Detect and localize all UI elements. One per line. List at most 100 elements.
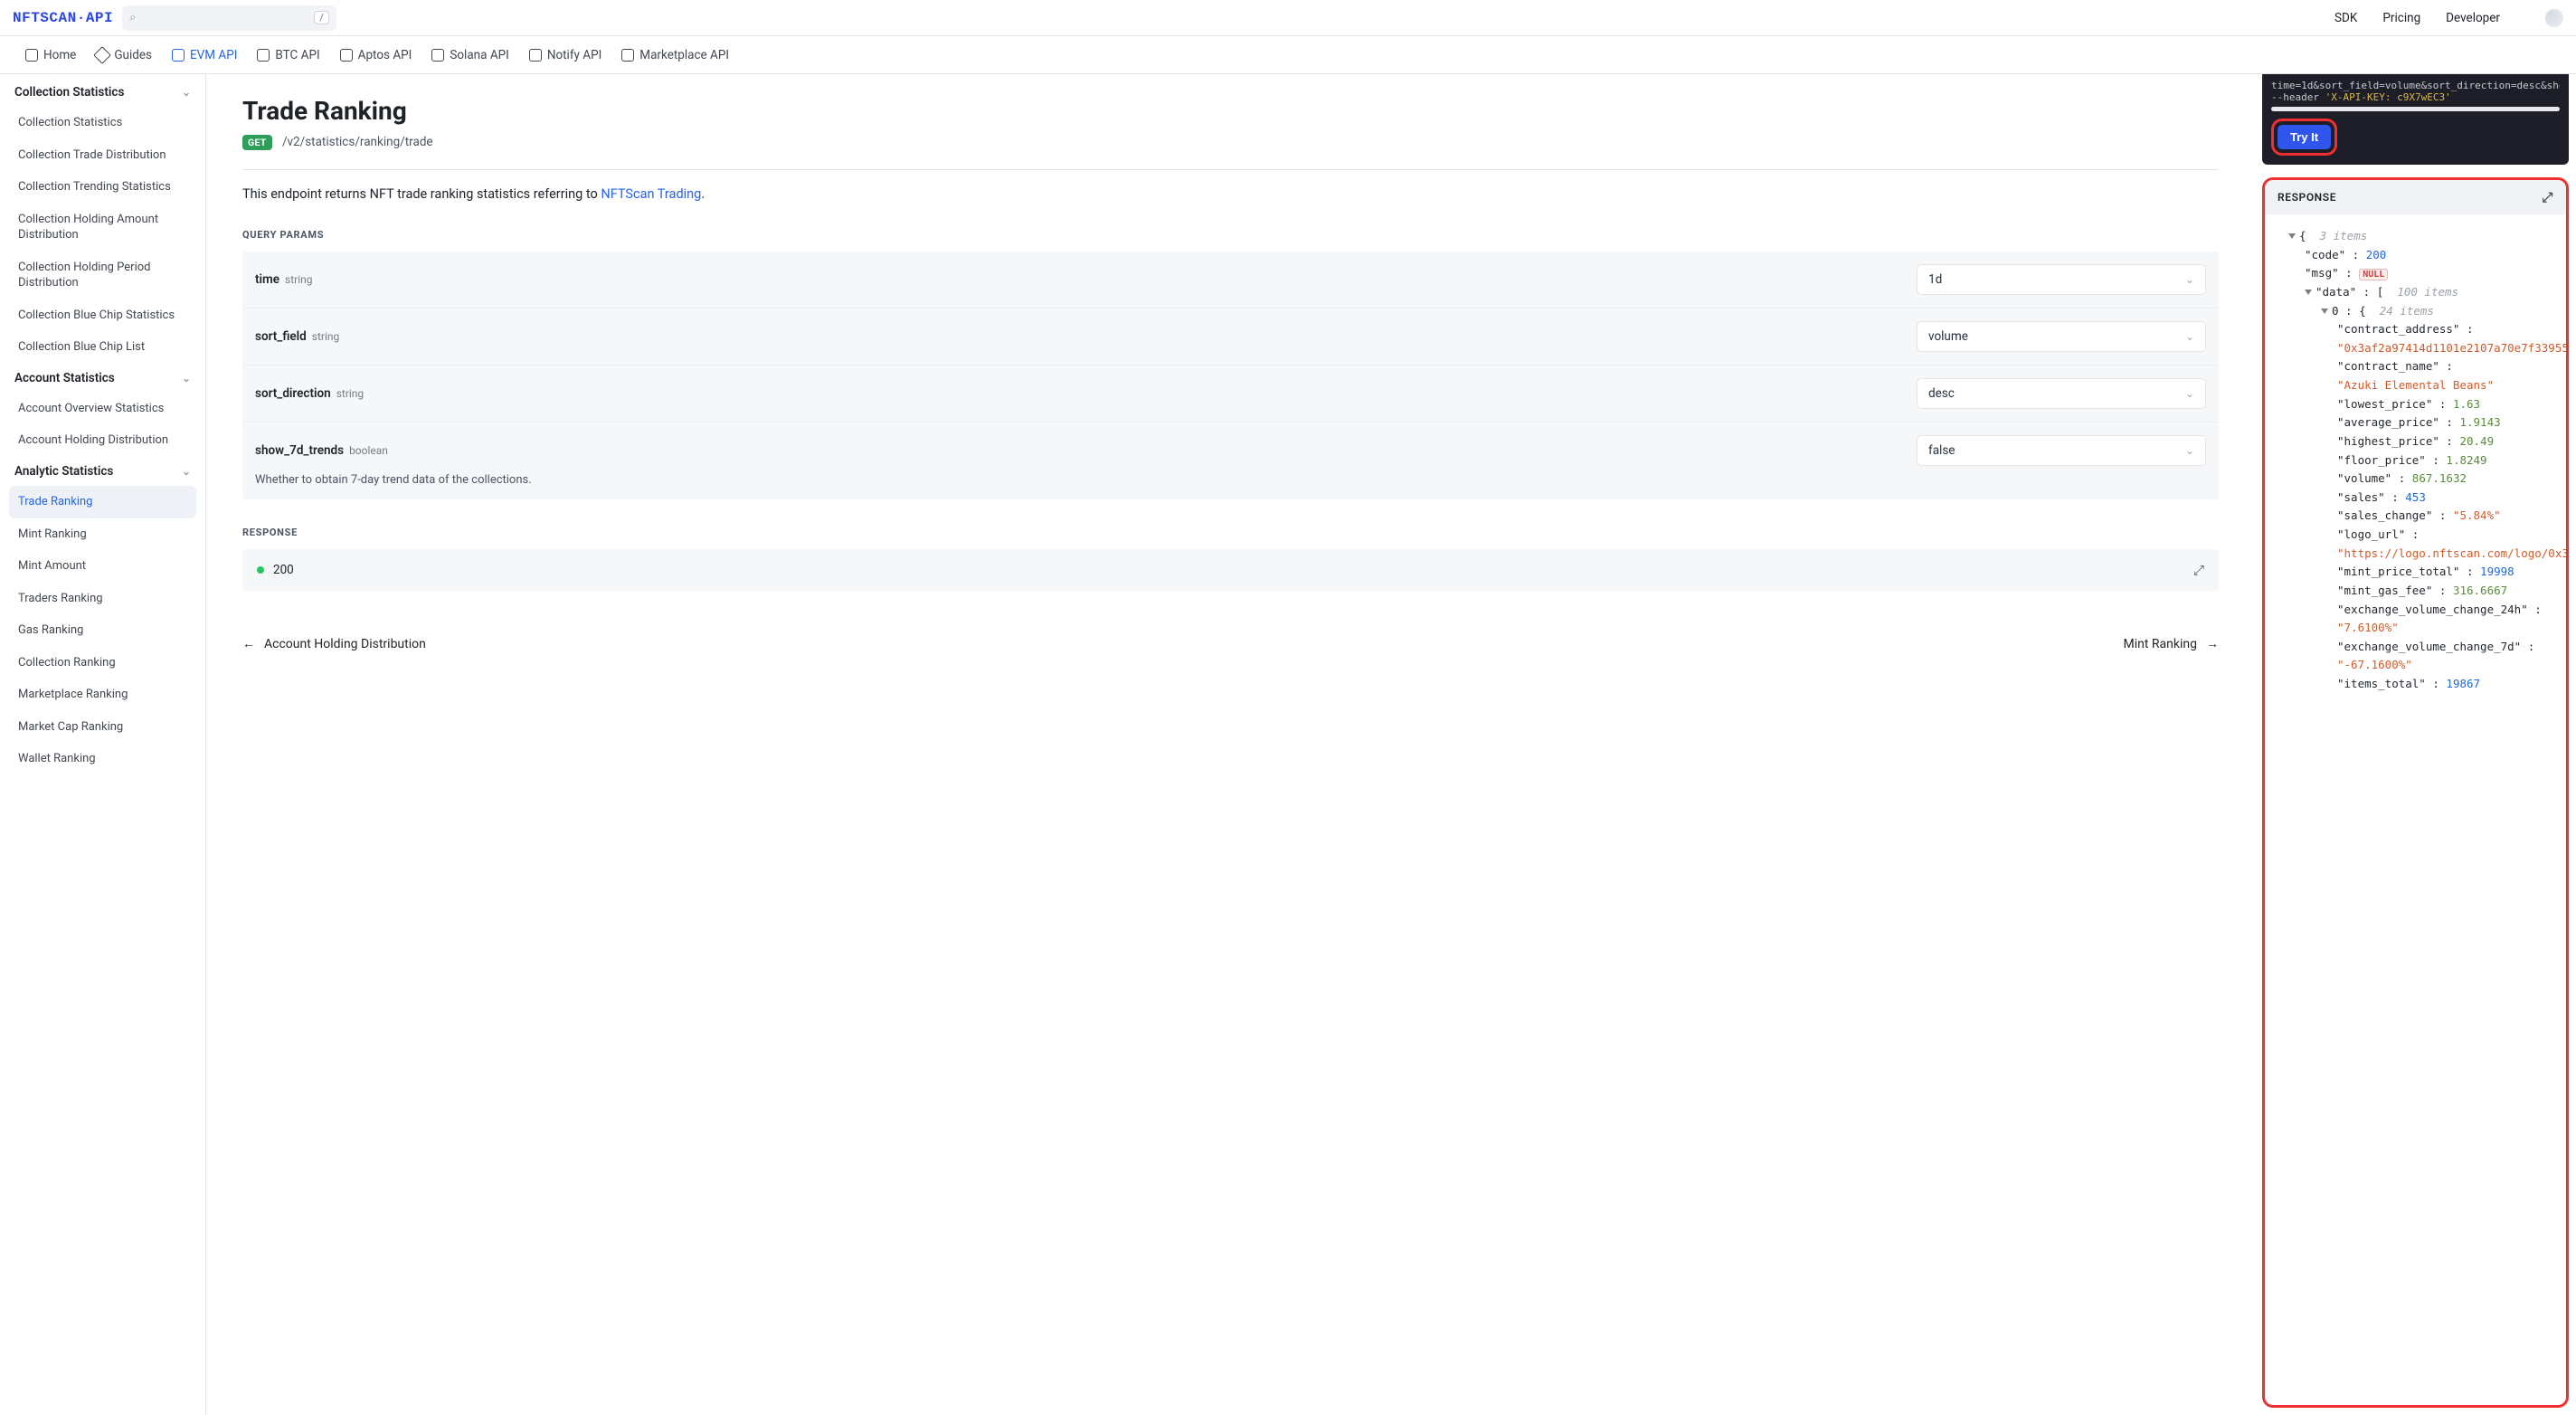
sidebar-section[interactable]: Account Statistics⌄: [9, 364, 196, 393]
chevron-down-icon: ⌄: [182, 465, 191, 478]
param-select[interactable]: false⌄: [1917, 435, 2206, 466]
sidebar-item[interactable]: Collection Holding Period Distribution: [9, 252, 196, 299]
search-kbd: /: [314, 11, 329, 24]
scrollbar[interactable]: [2271, 107, 2560, 111]
sidebar-item[interactable]: Market Cap Ranking: [9, 711, 196, 744]
nav-solana[interactable]: Solana API: [431, 48, 508, 62]
nav-evm[interactable]: EVM API: [172, 48, 237, 62]
divider: [242, 169, 2219, 170]
chevron-down-icon: ⌄: [182, 86, 191, 99]
sidebar-item[interactable]: Collection Blue Chip Statistics: [9, 299, 196, 332]
param-name: timestring: [255, 272, 313, 287]
sidebar-item[interactable]: Mint Amount: [9, 550, 196, 583]
sidebar-item[interactable]: Collection Trending Statistics: [9, 171, 196, 204]
nav-home[interactable]: Home: [25, 48, 76, 62]
param-name: sort_fieldstring: [255, 329, 339, 344]
param-select[interactable]: 1d⌄: [1917, 264, 2206, 295]
page-title: Trade Ranking: [242, 96, 2219, 126]
method-badge: GET: [242, 135, 272, 150]
header-links: SDK Pricing Developer: [2334, 9, 2563, 27]
endpoint-path: /v2/statistics/ranking/trade: [282, 135, 433, 149]
nav-btc[interactable]: BTC API: [257, 48, 319, 62]
param-select[interactable]: desc⌄: [1917, 378, 2206, 409]
sidebar-item[interactable]: Trade Ranking: [9, 486, 196, 518]
param-desc: Whether to obtain 7-day trend data of th…: [255, 473, 2206, 487]
sidebar-item[interactable]: Gas Ranking: [9, 614, 196, 647]
sidebar-item[interactable]: Collection Statistics: [9, 107, 196, 139]
api-icon: [340, 49, 353, 62]
sidebar-item[interactable]: Account Holding Distribution: [9, 424, 196, 457]
sidebar-item[interactable]: Collection Holding Amount Distribution: [9, 204, 196, 252]
code-line-2: --header 'X-API-KEY: c9X7wEC3': [2271, 91, 2560, 103]
link-sdk[interactable]: SDK: [2334, 11, 2357, 25]
api-icon: [257, 49, 270, 62]
param-select[interactable]: volume⌄: [1917, 321, 2206, 352]
sidebar-item[interactable]: Marketplace Ranking: [9, 679, 196, 711]
pager-prev[interactable]: ←Account Holding Distribution: [242, 636, 426, 651]
sidebar-item[interactable]: Collection Ranking: [9, 647, 196, 679]
nav-notify[interactable]: Notify API: [529, 48, 601, 62]
try-it-button[interactable]: Try It: [2278, 125, 2331, 149]
response-header: RESPONSE ⤢: [2265, 180, 2566, 214]
sidebar-item[interactable]: Collection Blue Chip List: [9, 331, 196, 364]
sidebar: Collection Statistics⌄Collection Statist…: [0, 74, 206, 1415]
nav-marketplace[interactable]: Marketplace API: [621, 48, 729, 62]
code-snippet: time=1d&sort_field=volume&sort_direction…: [2262, 74, 2569, 165]
param-row: sort_fieldstring volume⌄: [242, 309, 2219, 366]
logo[interactable]: NFTSCAN·API: [13, 10, 113, 26]
home-icon: [25, 49, 38, 62]
sidebar-item[interactable]: Account Overview Statistics: [9, 393, 196, 425]
api-icon: [529, 49, 542, 62]
sidebar-item[interactable]: Mint Ranking: [9, 518, 196, 551]
nav-guides[interactable]: Guides: [96, 48, 152, 62]
right-panel: time=1d&sort_field=volume&sort_direction…: [2255, 74, 2576, 1415]
param-row: show_7d_trendsboolean false⌄ Whether to …: [242, 423, 2219, 499]
link-developer[interactable]: Developer: [2446, 11, 2500, 25]
param-name: show_7d_trendsboolean: [255, 443, 388, 458]
api-icon: [621, 49, 634, 62]
code-line-1: time=1d&sort_field=volume&sort_direction…: [2271, 80, 2560, 91]
response-label: RESPONSE: [242, 527, 2219, 538]
params-table: timestring 1d⌄ sort_fieldstring volume⌄ …: [242, 252, 2219, 499]
status-code: 200: [273, 563, 294, 577]
diamond-icon: [93, 46, 111, 64]
api-icon: [172, 49, 185, 62]
search-box[interactable]: ⌕ /: [122, 5, 336, 31]
response-panel: RESPONSE ⤢ { 3 items"code" : 200"msg" : …: [2262, 177, 2569, 1408]
param-row: timestring 1d⌄: [242, 252, 2219, 309]
theme-toggle-icon[interactable]: [2545, 9, 2563, 27]
sidebar-item[interactable]: Traders Ranking: [9, 583, 196, 615]
chevron-down-icon: ⌄: [2185, 330, 2194, 343]
search-icon: ⌕: [129, 11, 136, 24]
link-pricing[interactable]: Pricing: [2382, 11, 2420, 25]
query-params-label: QUERY PARAMS: [242, 229, 2219, 241]
chevron-down-icon: ⌄: [2185, 273, 2194, 286]
sidebar-section[interactable]: Analytic Statistics⌄: [9, 457, 196, 486]
search-input[interactable]: [143, 10, 307, 25]
response-row[interactable]: 200 ⤢: [242, 549, 2219, 591]
pager-next[interactable]: Mint Ranking→: [2124, 636, 2219, 651]
param-row: sort_directionstring desc⌄: [242, 366, 2219, 423]
sidebar-item[interactable]: Wallet Ranking: [9, 743, 196, 775]
expand-icon[interactable]: ⤢: [2193, 562, 2204, 578]
chevron-down-icon: ⌄: [2185, 387, 2194, 400]
param-name: sort_directionstring: [255, 386, 364, 401]
sidebar-item[interactable]: Collection Trade Distribution: [9, 139, 196, 172]
arrow-right-icon: →: [2206, 636, 2219, 651]
description: This endpoint returns NFT trade ranking …: [242, 186, 2219, 202]
highlight-box: Try It: [2271, 119, 2337, 156]
status-dot-icon: [257, 566, 264, 574]
api-icon: [431, 49, 444, 62]
nav-aptos[interactable]: Aptos API: [340, 48, 412, 62]
main-content: Trade Ranking GET /v2/statistics/ranking…: [206, 74, 2255, 1415]
endpoint-line: GET /v2/statistics/ranking/trade: [242, 135, 2219, 149]
chevron-down-icon: ⌄: [182, 372, 191, 385]
chevron-down-icon: ⌄: [2185, 444, 2194, 457]
sidebar-section[interactable]: Collection Statistics⌄: [9, 78, 196, 107]
expand-icon[interactable]: ⤢: [2542, 189, 2553, 205]
nav-bar: Home Guides EVM API BTC API Aptos API So…: [0, 36, 2576, 74]
json-viewer[interactable]: { 3 items"code" : 200"msg" : NULL"data" …: [2265, 214, 2566, 1405]
pager: ←Account Holding Distribution Mint Ranki…: [242, 636, 2219, 651]
desc-link[interactable]: NFTScan Trading: [601, 186, 701, 202]
top-header: NFTSCAN·API ⌕ / SDK Pricing Developer: [0, 0, 2576, 36]
